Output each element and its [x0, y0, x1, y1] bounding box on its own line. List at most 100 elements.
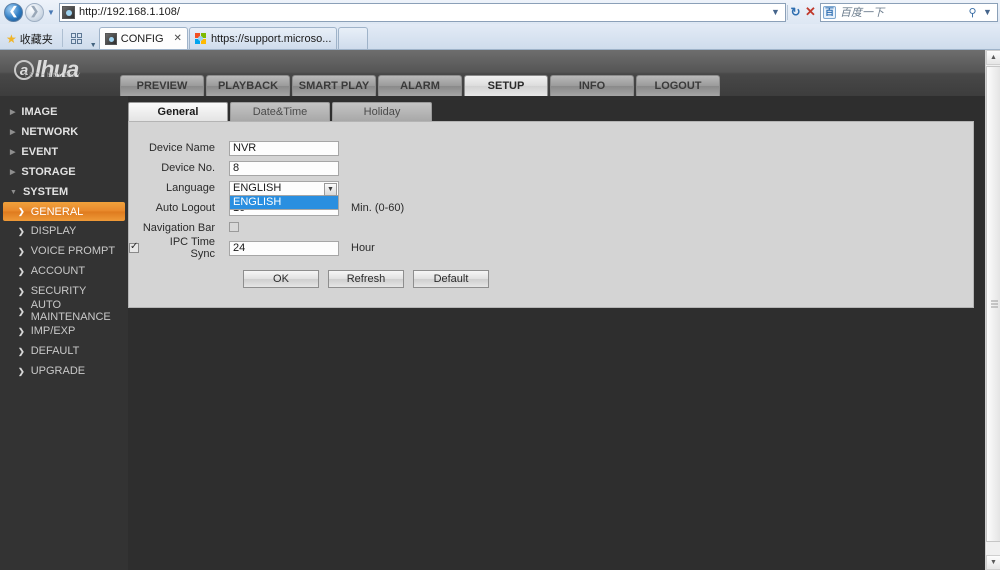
sidebar-item-upgrade[interactable]: ❯ UPGRADE: [0, 361, 128, 381]
nav-tab-setup[interactable]: SETUP: [464, 75, 548, 96]
navigation-bar-checkbox-wrapper: [229, 219, 339, 237]
browser-tab-support[interactable]: https://support.microso...: [188, 27, 338, 49]
browser-tabs-row: ★ 收藏夹 ▼ CONFIG ✕ https://support.microso…: [0, 24, 1000, 50]
device-name-input[interactable]: NVR: [229, 140, 339, 156]
chevron-down-icon[interactable]: ▼: [324, 182, 337, 196]
scroll-down-button[interactable]: ▼: [986, 555, 1000, 570]
sidebar-item-label: ACCOUNT: [30, 265, 86, 277]
sidebar-item-auto-maintenance[interactable]: ❯ AUTO MAINTENANCE: [0, 299, 128, 323]
scroll-up-button[interactable]: ▲: [986, 50, 1000, 65]
form-buttons: OK Refresh Default: [129, 270, 973, 288]
sidebar-item-event[interactable]: ▶ EVENT: [0, 142, 128, 162]
nav-tab-alarm[interactable]: ALARM: [378, 75, 462, 96]
sidebar-item-label: IMP/EXP: [30, 325, 76, 337]
camera-favicon-icon: [104, 32, 117, 45]
chevron-right-icon: ▶: [10, 149, 16, 156]
sub-tabs: General Date&Time Holiday: [128, 102, 974, 121]
history-dropdown-icon[interactable]: ▼: [44, 8, 58, 17]
default-button[interactable]: Default: [413, 270, 489, 288]
app-body: ▶ IMAGE ▶ NETWORK ▶ EVENT ▶ STORAGE ▼ SY…: [0, 96, 986, 570]
chevron-right-icon: ▶: [10, 169, 16, 176]
ipc-time-sync-input[interactable]: 24: [229, 240, 339, 256]
chevron-right-icon: ❯: [18, 286, 25, 296]
grid-icon: [71, 33, 83, 44]
scrollbar-grip-icon: [991, 300, 998, 308]
sidebar-item-display[interactable]: ❯ DISPLAY: [0, 221, 128, 241]
sidebar-item-label: UPGRADE: [30, 365, 86, 377]
back-button[interactable]: ❮: [4, 2, 23, 22]
language-select[interactable]: ENGLISH ▼: [229, 180, 339, 196]
forward-button[interactable]: ❯: [25, 2, 44, 22]
ipc-time-sync-label: IPC Time Sync: [169, 236, 215, 260]
main-nav: PREVIEW PLAYBACK SMART PLAY ALARM SETUP …: [120, 50, 722, 96]
search-input[interactable]: 百 百度一下 ⚲ ▼: [820, 2, 998, 22]
logo-subtitle: TECHNOLOGY: [24, 73, 83, 79]
address-bar-text: http://192.168.1.108/: [79, 6, 180, 18]
search-icon[interactable]: ⚲: [965, 3, 980, 22]
stop-icon[interactable]: ✕: [803, 3, 818, 22]
chevron-right-icon: ❯: [18, 306, 25, 316]
sidebar-item-network[interactable]: ▶ NETWORK: [0, 122, 128, 142]
page-scrollbar[interactable]: ▲ ▼: [985, 50, 1000, 570]
navigation-bar-checkbox[interactable]: [229, 222, 239, 232]
quick-tabs-button[interactable]: [66, 28, 88, 49]
close-icon[interactable]: ✕: [174, 33, 182, 44]
back-arrow-icon: ❮: [8, 5, 19, 18]
sidebar-item-system[interactable]: ▼ SYSTEM: [0, 182, 128, 202]
ipc-time-sync-unit: Hour: [351, 242, 375, 254]
chevron-right-icon: ❯: [18, 246, 25, 256]
refresh-icon[interactable]: ↻: [788, 3, 803, 22]
nav-tab-smart-play[interactable]: SMART PLAY: [292, 75, 376, 96]
chevron-right-icon: ❯: [18, 207, 25, 216]
tab-holiday[interactable]: Holiday: [332, 102, 432, 121]
search-dropdown-icon[interactable]: ▼: [980, 3, 995, 22]
sidebar-item-account[interactable]: ❯ ACCOUNT: [0, 261, 128, 281]
app-header: a lhua TECHNOLOGY PREVIEW PLAYBACK SMART…: [0, 50, 986, 96]
navigation-bar-label: Navigation Bar: [142, 222, 215, 234]
form-row-device-name: Device Name NVR: [129, 138, 973, 158]
auto-logout-label: Auto Logout: [155, 202, 215, 214]
sidebar-item-default[interactable]: ❯ DEFAULT: [0, 341, 128, 361]
language-select-value: ENGLISH: [233, 181, 282, 194]
sidebar-item-voice-prompt[interactable]: ❯ VOICE PROMPT: [0, 241, 128, 261]
form-row-device-no: Device No. 8: [129, 158, 973, 178]
language-option-english[interactable]: ENGLISH: [230, 195, 338, 209]
forward-arrow-icon: ❯: [29, 5, 40, 18]
refresh-button[interactable]: Refresh: [328, 270, 404, 288]
tab-date-time[interactable]: Date&Time: [230, 102, 330, 121]
sidebar-item-label: IMAGE: [21, 106, 58, 118]
nav-tab-playback[interactable]: PLAYBACK: [206, 75, 290, 96]
address-dropdown-icon[interactable]: ▼: [768, 3, 783, 22]
sidebar-item-storage[interactable]: ▶ STORAGE: [0, 162, 128, 182]
address-bar[interactable]: http://192.168.1.108/ ▼: [59, 2, 786, 22]
sidebar-item-security[interactable]: ❯ SECURITY: [0, 281, 128, 301]
sidebar-item-general[interactable]: ❯ GENERAL: [3, 202, 125, 221]
tab-general[interactable]: General: [128, 102, 228, 121]
page-favicon-icon: [62, 5, 75, 19]
sidebar-item-label: SECURITY: [30, 285, 87, 297]
browser-tab-config[interactable]: CONFIG ✕: [98, 27, 188, 49]
favorites-button[interactable]: ★ 收藏夹: [3, 28, 59, 49]
sidebar-item-label: DISPLAY: [30, 225, 77, 237]
ipc-time-sync-label-group: IPC Time Sync: [129, 236, 229, 260]
nav-tab-info[interactable]: INFO: [550, 75, 634, 96]
sidebar-item-image[interactable]: ▶ IMAGE: [0, 102, 128, 122]
device-no-input[interactable]: 8: [229, 160, 339, 176]
nav-tab-preview[interactable]: PREVIEW: [120, 75, 204, 96]
sidebar-item-label: SYSTEM: [22, 186, 69, 198]
ipc-time-sync-checkbox[interactable]: [129, 241, 139, 253]
auto-logout-unit: Min. (0-60): [351, 202, 405, 214]
browser-tab-label: https://support.microso...: [210, 32, 332, 45]
tab-list-dropdown-icon[interactable]: ▼: [88, 42, 99, 49]
sidebar-item-imp-exp[interactable]: ❯ IMP/EXP: [0, 321, 128, 341]
favorites-label: 收藏夹: [19, 33, 53, 46]
chevron-right-icon: ❯: [18, 326, 25, 336]
nav-tab-logout[interactable]: LOGOUT: [636, 75, 720, 96]
sidebar-item-label: DEFAULT: [30, 345, 80, 357]
new-tab-button[interactable]: [338, 27, 369, 49]
scrollbar-thumb[interactable]: [986, 66, 1000, 542]
general-settings-panel: Device Name NVR Device No. 8 Language EN…: [128, 121, 974, 308]
ok-button[interactable]: OK: [243, 270, 319, 288]
sidebar-item-label: GENERAL: [30, 205, 84, 218]
form-row-navigation-bar: Navigation Bar: [129, 218, 973, 238]
